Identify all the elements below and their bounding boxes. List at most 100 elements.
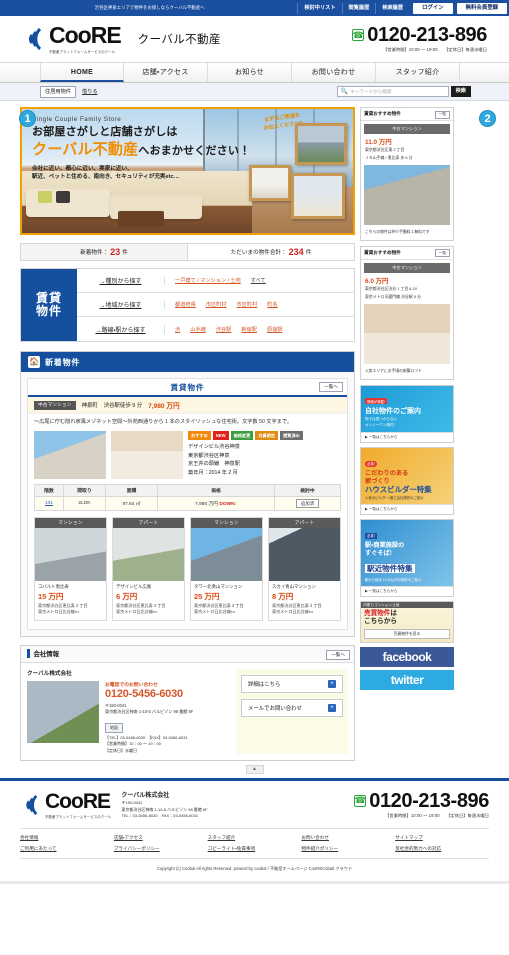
company-phone-number[interactable]: 0120-5456-6030 (105, 688, 229, 701)
search-link-area-1[interactable]: 市区町村 (206, 301, 227, 308)
footer-link-privacy-policy[interactable]: プライバシーポリシー (114, 846, 208, 852)
property-stats-bar: 新着物件： 23 件 ただいまの物件合計： 234 件 (20, 243, 355, 261)
footer-link-staff[interactable]: スタッフ紹介 (208, 835, 302, 841)
header-contact: ☎ 0120-213-896 【営業時間】10:00 ～ 19:00 【定休日】… (352, 25, 487, 53)
footer-link-company-info[interactable]: 会社情報 (20, 835, 114, 841)
search-row-station-title[interactable]: →路線・駅から探す (77, 324, 165, 334)
footer-logo-wordmark: CooRE (45, 789, 111, 813)
sidebar-banner-near-station[interactable]: 必見! 駅・商業施設の すぐそば! 駅近物件特集 駅から徒歩 10 分以内の物件… (360, 519, 454, 597)
search-link-station-0[interactable]: 渋 (175, 326, 180, 333)
property-card[interactable]: マンション コバルト恵比寿 15 万円 東京都渋谷区恵比寿 2 丁目 東京メトロ… (34, 517, 107, 621)
search-strip: 住居用物件 借りる 🔍 キーワードから検索 検索 (0, 83, 509, 101)
filter-tag-residential[interactable]: 住居用物件 (40, 85, 76, 98)
search-link-area-0[interactable]: 都道府県 (175, 301, 196, 308)
main-column: Single Couple Family Store お部屋さがしと店舗さがしは… (20, 107, 355, 762)
search-link-area-2[interactable]: 市区町村 (237, 301, 258, 308)
footer-phone-number[interactable]: 0120-213-896 (369, 791, 489, 811)
sidebar-banner-house-builder[interactable]: 必見! こだわりのある 家づくり ハウスビルダー特集 人気のビルダー・施工会社物… (360, 447, 454, 516)
nav-item-news[interactable]: お知らせ (208, 63, 292, 82)
hero-banner[interactable]: Single Couple Family Store お部屋さがしと店舗さがしは… (20, 107, 355, 235)
company-email-button[interactable]: メールでお問い合わせ + (241, 698, 343, 717)
banner-cta[interactable]: ▶ 一覧はこちらから (361, 432, 453, 443)
search-link-station-3[interactable]: 新宿駅 (241, 326, 257, 333)
top-link-search-history[interactable]: 検索履歴 (375, 2, 409, 14)
rental-more-button[interactable]: 一覧へ (319, 382, 343, 392)
featured-photo-interior[interactable] (111, 431, 183, 480)
search-submit-button[interactable]: 検索 (450, 86, 471, 97)
sidebar-property-photo[interactable] (364, 165, 450, 226)
search-link-type-0[interactable]: 一戸建て / マンション / 土地 (175, 277, 241, 284)
featured-station: 渋谷駅徒歩 9 分 (103, 403, 143, 409)
search-link-type-1[interactable]: すべて (251, 277, 266, 284)
nav-item-stores-access[interactable]: 店舗・アクセス (124, 63, 208, 82)
login-button[interactable]: ログイン (413, 2, 453, 14)
property-card[interactable]: アパート スカイ青山マンション 8 万円 東京都渋谷区恵比寿 2 丁目 東京メト… (268, 517, 341, 621)
search-row-by-area: →地域から探す 都道府県 市区町村 市区町村 町名 (77, 293, 354, 317)
company-map-button[interactable]: 地図 (105, 722, 123, 733)
company-detail-button[interactable]: 詳細はこちら + (241, 674, 343, 693)
hero-headline-2: クーバル不動産へおまかせください！ (32, 141, 250, 160)
footer-company-tel-fax: TEL：03-5456-6030 FAX：03-5456-6031 (121, 813, 199, 819)
footer-link-stores-access[interactable]: 店舗・アクセス (114, 835, 208, 841)
cell-price-down-flag: DOWN↓ (219, 502, 237, 508)
nav-item-staff[interactable]: スタッフ紹介 (376, 63, 460, 82)
copyright-text: Copyright (c) Coobal All rights Reserved… (156, 865, 353, 871)
sidebar-property-photo[interactable] (364, 303, 450, 364)
card-photo (35, 528, 106, 582)
sidebar-recommend-more[interactable]: 一覧 (434, 110, 450, 119)
company-more-button[interactable]: 一覧へ (326, 649, 350, 660)
hero-headline-1: お部屋さがしと店舗さがしは (32, 126, 178, 138)
sidebar-banner-own-properties[interactable]: 情報が満載! 自社物件のご案内 他では見つからない オンリーワン物件! ▶ 一覧… (360, 384, 454, 444)
nav-item-home[interactable]: HOME (40, 63, 124, 82)
banner-title-particle: は (390, 609, 397, 617)
nav-item-contact[interactable]: お問い合わせ (292, 63, 376, 82)
sidebar-recommend-header: 賃貸おすすめ物件 一覧 (361, 108, 453, 121)
right-sidebar: 賃貸おすすめ物件 一覧 中古マンション 11.0 万円 東京都渋谷区東 2 丁目… (360, 107, 454, 761)
banner-kicker: 必見! (365, 460, 377, 467)
register-button[interactable]: 無料会員登録 (456, 2, 507, 14)
search-input[interactable]: 🔍 キーワードから検索 (336, 86, 449, 97)
footer-link-copyright-disclaimer[interactable]: コピーライト・免責事項 (208, 846, 302, 852)
search-link-station-2[interactable]: 渋谷駅 (216, 326, 232, 333)
footer-link-antisocial-policy[interactable]: 反社会的勢力への対応 (395, 846, 489, 852)
banner-cta[interactable]: ▶ 一覧はこちらから (361, 585, 453, 596)
footer-link-column: スタッフ紹介 コピーライト・免責事項 (208, 835, 302, 852)
footer-link-terms-of-use[interactable]: ご利用にあたって (20, 846, 114, 852)
plus-icon: + (328, 703, 336, 712)
top-link-view-history[interactable]: 閲覧履歴 (341, 2, 376, 14)
footer-logo[interactable]: CooRE 不動産プラットフォームサービスのクール (20, 791, 111, 819)
banner-title-c: こちらから (364, 618, 397, 626)
search-link-station-4[interactable]: 原宿駅 (267, 326, 283, 333)
header-phone-number[interactable]: 0120-213-896 (367, 25, 487, 45)
banner-sale-button[interactable]: 売買物件を見る (364, 629, 450, 640)
house-icon: 🏠 (28, 356, 40, 368)
featured-detail-table: 階数 間取り 面積 価格 検討中 101 2LDK 97.64 ㎡ 7,980 … (34, 484, 341, 512)
footer-link-sitemap[interactable]: サイトマップ (395, 835, 489, 841)
scroll-to-top-icon[interactable]: ▲ (245, 765, 264, 775)
add-to-list-button[interactable]: 追加済 (295, 498, 320, 508)
search-link-area-3[interactable]: 町名 (267, 301, 277, 308)
top-link-consider-list[interactable]: 検討中リスト (297, 2, 341, 14)
search-row-area-title[interactable]: →地域から探す (77, 300, 165, 309)
cell-floor[interactable]: 101 (34, 496, 64, 512)
property-card[interactable]: アパート デザインビル広尾 6 万円 東京都渋谷区恵比寿 2 丁目 東京メトロ日… (112, 517, 185, 621)
featured-photo-exterior[interactable] (34, 431, 106, 480)
hero-brand-highlight: クーバル不動産 (32, 140, 139, 158)
stat-total-properties: ただいまの物件合計： 234 件 (188, 244, 354, 260)
banner-cta[interactable]: ▶ 一覧はこちらから (361, 504, 453, 515)
facebook-button[interactable]: facebook (360, 647, 454, 668)
featured-name-line-1: 東京都渋谷区神泉 (188, 452, 230, 459)
card-address-2: 東京メトロ日比谷線・・・ (38, 609, 80, 615)
sidebar-banner-sale-properties[interactable]: 戸建て・マンション・土地 売買物件は こちらから 売買物件を見る (360, 600, 454, 644)
site-logo[interactable]: CooRE 不動産プラットフォームサービスのクール クーバル不動産 (22, 24, 221, 54)
sidebar-recommend-more[interactable]: 一覧 (434, 249, 450, 258)
search-link-station-1[interactable]: 山手線 (190, 326, 206, 333)
filter-tag-rent[interactable]: 借りる (82, 88, 98, 95)
featured-name-line-0[interactable]: デザインビル渋谷神泉 (188, 443, 341, 452)
property-card[interactable]: マンション タワー北青山マンション 25 万円 東京都渋谷区恵比寿 2 丁目 東… (190, 517, 263, 621)
card-price: 8 万円 (272, 592, 294, 602)
footer-link-contact[interactable]: お問い合わせ (301, 835, 395, 841)
twitter-button[interactable]: twitter (360, 670, 454, 691)
search-row-type-title[interactable]: →種別から探す (77, 276, 165, 285)
footer-link-property-policy[interactable]: 物件紹介ポリシー (301, 846, 395, 852)
